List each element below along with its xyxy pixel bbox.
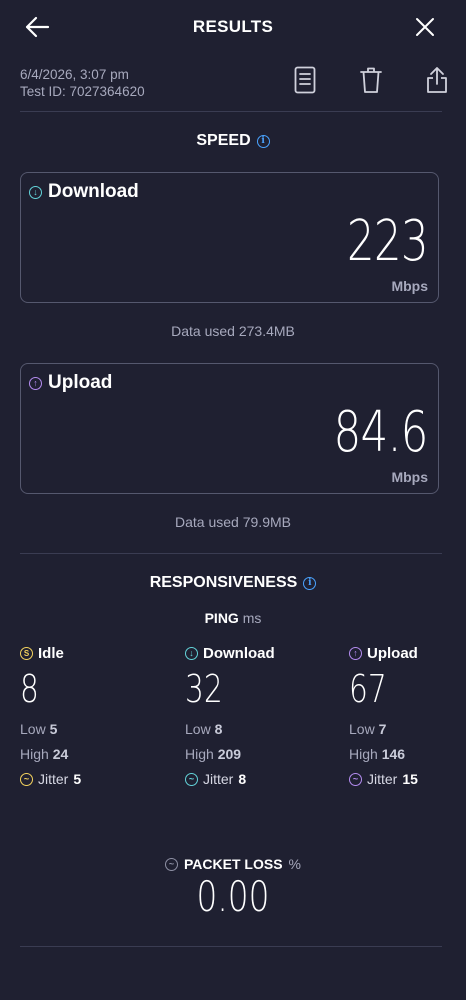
ping-label: PING ms <box>0 610 466 626</box>
trash-icon <box>360 67 382 93</box>
packet-loss-label: ~ PACKET LOSS % <box>0 856 466 872</box>
download-ping-label: Download <box>203 645 275 662</box>
upload-arrow-icon: ↑ <box>29 376 42 390</box>
download-card: ↓ Download 223 Mbps <box>20 172 439 303</box>
idle-low: Low 5 <box>20 721 58 737</box>
ping-unit: ms <box>242 610 262 626</box>
packet-loss-unit: % <box>288 856 301 872</box>
test-meta: 6/4/2026, 3:07 pm Test ID: 7027364620 <box>20 66 145 100</box>
idle-icon: S <box>20 647 33 660</box>
download-low: Low 8 <box>185 721 223 737</box>
share-icon <box>427 67 447 93</box>
ping-upload-column: ↑ Upload 67 Low 7 High 146 ~ Jitter 15 <box>349 645 466 787</box>
upload-jitter: ~ Jitter 15 <box>349 771 466 787</box>
idle-label: Idle <box>38 645 64 662</box>
download-ping-value: 32 <box>185 667 223 711</box>
ping-idle-column: S Idle 8 Low 5 High 24 ~ Jitter 5 <box>20 645 140 787</box>
packet-loss-value: 0.00 <box>196 872 270 921</box>
upload-low: Low 7 <box>349 721 387 737</box>
upload-ping-label-group: ↑ Upload <box>349 645 466 662</box>
download-arrow-icon: ↓ <box>185 647 198 660</box>
close-button[interactable] <box>410 13 440 41</box>
upload-arrow-icon: ↑ <box>349 647 362 660</box>
upload-speed-unit: Mbps <box>391 469 428 485</box>
download-jitter: ~ Jitter 8 <box>185 771 305 787</box>
idle-label-group: S Idle <box>20 645 140 662</box>
test-id: Test ID: 7027364620 <box>20 84 145 99</box>
idle-ping-value: 8 <box>20 667 39 711</box>
divider <box>20 553 442 554</box>
divider <box>20 946 442 947</box>
download-ping-label-group: ↓ Download <box>185 645 305 662</box>
close-icon <box>416 18 434 36</box>
upload-ping-label: Upload <box>367 645 418 662</box>
share-button[interactable] <box>422 64 452 96</box>
download-arrow-icon: ↓ <box>29 185 42 199</box>
jitter-icon: ~ <box>20 772 33 786</box>
info-icon[interactable]: i <box>256 134 270 148</box>
upload-speed-value: 84.6 <box>333 400 429 465</box>
ping-title: PING <box>204 610 239 626</box>
speed-title: SPEED <box>196 132 251 149</box>
download-label-group: ↓ Download <box>29 181 139 203</box>
download-speed-unit: Mbps <box>391 278 428 294</box>
download-label: Download <box>48 181 139 202</box>
document-icon <box>294 66 316 94</box>
idle-jitter: ~ Jitter 5 <box>20 771 140 787</box>
download-high: High 209 <box>185 746 242 762</box>
download-data-used: Data used 273.4MB <box>171 323 295 339</box>
upload-label: Upload <box>48 372 113 393</box>
upload-high: High 146 <box>349 746 406 762</box>
page-title: RESULTS <box>192 17 274 36</box>
upload-label-group: ↑ Upload <box>29 372 112 394</box>
idle-high: High 24 <box>20 746 69 762</box>
test-datetime: 6/4/2026, 3:07 pm <box>20 67 129 82</box>
ping-download-column: ↓ Download 32 Low 8 High 209 ~ Jitter 8 <box>185 645 305 787</box>
speed-section-title: SPEED i <box>0 132 466 150</box>
packet-loss-icon: ~ <box>165 857 178 871</box>
upload-card: ↑ Upload 84.6 Mbps <box>20 363 439 494</box>
delete-button[interactable] <box>356 64 386 96</box>
jitter-icon: ~ <box>349 772 362 786</box>
responsiveness-title: RESPONSIVENESS <box>149 574 298 591</box>
download-speed-value: 223 <box>346 209 429 274</box>
info-icon[interactable]: i <box>303 576 317 590</box>
upload-data-used: Data used 79.9MB <box>175 514 291 530</box>
jitter-icon: ~ <box>185 772 198 786</box>
upload-ping-value: 67 <box>349 667 387 711</box>
packet-loss-title: PACKET LOSS <box>184 856 283 872</box>
details-button[interactable] <box>290 64 320 96</box>
responsiveness-section-title: RESPONSIVENESS i <box>0 574 466 592</box>
divider <box>20 111 442 112</box>
